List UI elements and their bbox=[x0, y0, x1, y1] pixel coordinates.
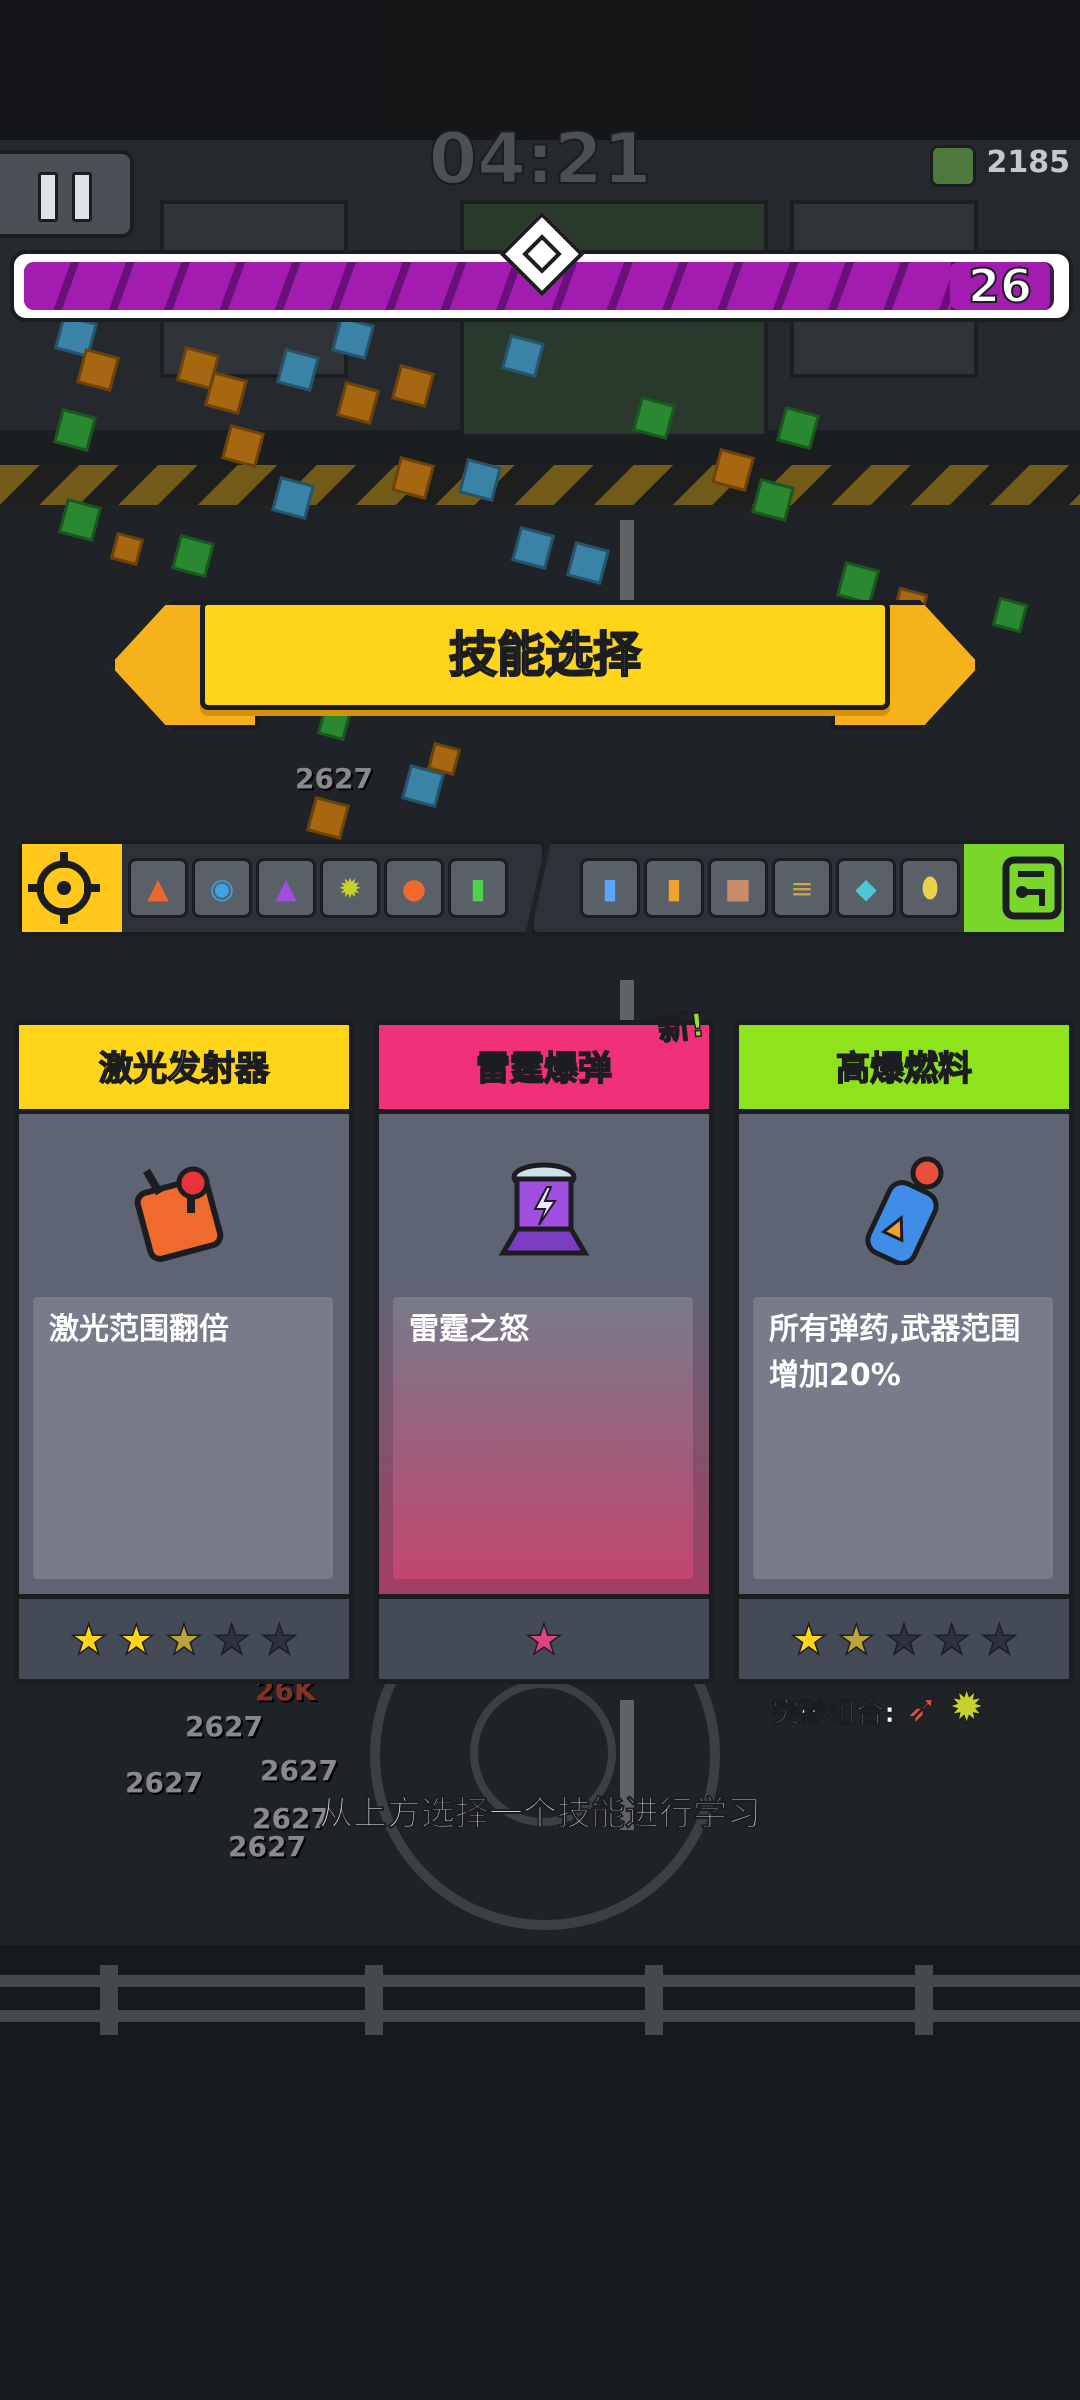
skill-card-thunder-bomb[interactable]: 雷霆爆弹 雷霆之怒 ★ bbox=[374, 1020, 714, 1684]
combo-label: 突破组合: bbox=[771, 1696, 896, 1730]
skill-select-title: 技能选择 bbox=[200, 600, 890, 710]
star-icon: ★ bbox=[117, 1614, 156, 1665]
pause-icon bbox=[38, 172, 58, 222]
skill-card-description: 激光范围翻倍 bbox=[33, 1297, 333, 1579]
rocket-icon: ➶ bbox=[904, 1686, 939, 1733]
star-icon: ★ bbox=[69, 1614, 108, 1665]
skill-card-title: 高爆燃料 bbox=[739, 1025, 1069, 1114]
capsule-icon: ⬮ bbox=[900, 858, 960, 918]
fuel-canister-icon bbox=[844, 1150, 964, 1270]
game-timer: 04:21 bbox=[428, 117, 653, 201]
weapon-inventory: ▲ ◉ ▲ ✹ ● ▮ bbox=[18, 840, 546, 936]
book-icon: ■ bbox=[708, 858, 768, 918]
skill-card-laser[interactable]: 激光发射器 激光范围翻倍 ★ ★ ★ ★ ★ bbox=[14, 1020, 354, 1684]
battery-icon: ▮ bbox=[644, 858, 704, 918]
star-icon: ★ bbox=[212, 1614, 251, 1665]
skill-card-stars: ★ bbox=[379, 1594, 709, 1679]
blue-bottle-icon: ▮ bbox=[580, 858, 640, 918]
thunder-bomb-icon bbox=[484, 1150, 604, 1270]
skill-card-description: 雷霆之怒 bbox=[393, 1297, 693, 1579]
skill-card-fuel[interactable]: 高爆燃料 所有弹药,武器范围增加20% ★ ★ ★ ★ ★ bbox=[734, 1020, 1074, 1684]
missile-icon: ▲ bbox=[128, 858, 188, 918]
skill-card-stars: ★ ★ ★ ★ ★ bbox=[739, 1594, 1069, 1679]
cone-turret-icon: ▲ bbox=[256, 858, 316, 918]
star-icon: ★ bbox=[884, 1614, 923, 1665]
star-icon: ★ bbox=[932, 1614, 971, 1665]
star-icon: ★ bbox=[524, 1614, 563, 1665]
skill-card-title: 激光发射器 bbox=[19, 1025, 349, 1114]
green-bottle-icon: ▮ bbox=[448, 858, 508, 918]
skill-select-hint: 从上方选择一个技能进行学习 bbox=[319, 1794, 762, 1835]
star-icon: ★ bbox=[980, 1614, 1019, 1665]
star-icon: ★ bbox=[164, 1614, 203, 1665]
star-icon: ★ bbox=[260, 1614, 299, 1665]
map-icon: ◆ bbox=[836, 858, 896, 918]
player-level: 26 bbox=[950, 262, 1050, 310]
map-grid-icon bbox=[1002, 856, 1062, 920]
disc-icon: ◉ bbox=[192, 858, 252, 918]
star-icon: ★ bbox=[837, 1614, 876, 1665]
new-badge: 新! bbox=[656, 1005, 708, 1049]
crosshair-icon bbox=[28, 852, 100, 924]
star-icon: ★ bbox=[789, 1614, 828, 1665]
pause-button[interactable] bbox=[0, 150, 134, 238]
breakthrough-combo: 突破组合: ➶ ✹ bbox=[771, 1682, 986, 1734]
fire-bomb-icon: ● bbox=[384, 858, 444, 918]
weapon-category-badge bbox=[22, 844, 122, 932]
ammo-belt-icon: ≡ bbox=[772, 858, 832, 918]
item-category-badge bbox=[964, 844, 1064, 932]
coin-count: 2185 bbox=[986, 145, 1071, 180]
laser-joystick-icon bbox=[124, 1150, 244, 1270]
spiky-mine-icon: ✹ bbox=[948, 1682, 986, 1734]
xp-bar-fill bbox=[24, 262, 951, 310]
spiky-mine-icon: ✹ bbox=[320, 858, 380, 918]
skill-card-stars: ★ ★ ★ ★ ★ bbox=[19, 1594, 349, 1679]
item-inventory: ▮ ▮ ■ ≡ ◆ ⬮ bbox=[530, 840, 1068, 936]
skill-card-description: 所有弹药,武器范围增加20% bbox=[753, 1297, 1053, 1579]
